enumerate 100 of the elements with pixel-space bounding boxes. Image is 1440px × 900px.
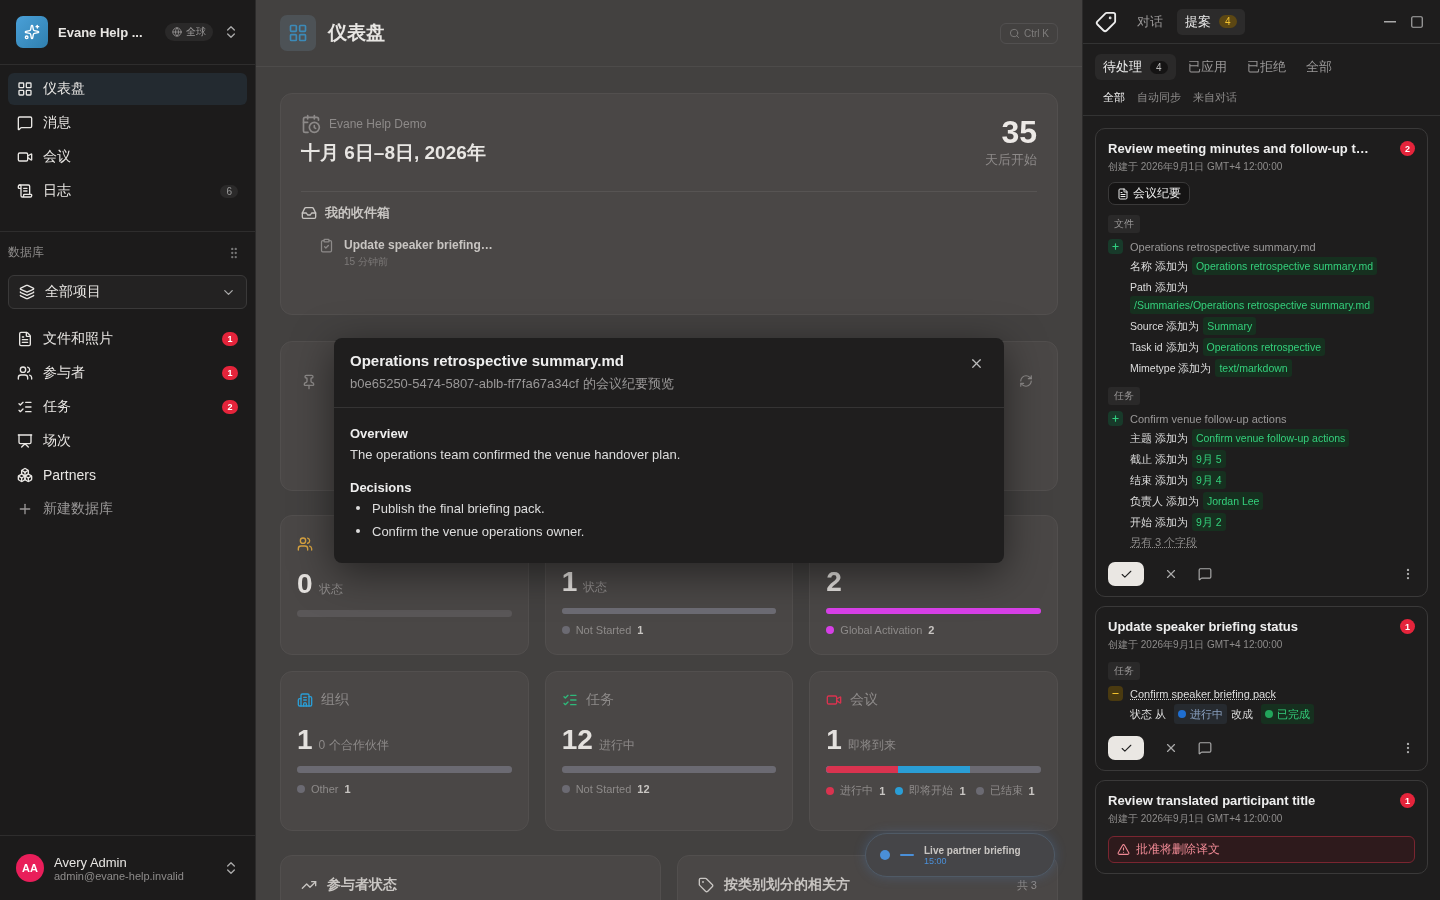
database-item[interactable]: 文件和照片 1 [8,323,247,355]
database-item[interactable]: 参与者 1 [8,357,247,389]
status-pill: 已完成 [1260,704,1314,724]
warning-text: 批准将删除译文 [1136,841,1220,858]
comment-icon [1198,741,1212,755]
stat-label: 进行中 [598,737,635,754]
status-tab[interactable]: 全部 [1297,54,1340,80]
video-camera-icon [17,149,33,165]
document-icon [17,331,33,347]
inbox-item-title[interactable]: Update speaker briefing… [344,238,493,252]
source-chip[interactable]: 会议纪要 [1108,182,1190,205]
section-heading: Overview [350,425,409,441]
refresh-icon[interactable] [1019,374,1033,388]
comment-button[interactable] [1198,741,1212,755]
pin-icon [301,374,317,390]
filter-tab[interactable]: 来自对话 [1193,90,1237,105]
people-icon [297,536,313,552]
status-tab[interactable]: 待处理 4 [1095,54,1176,80]
live-toast[interactable]: Live partner briefing 15:00 [865,833,1055,877]
proposal-title: Review meeting minutes and follow-up t… [1108,141,1370,156]
filter-tab[interactable]: 自动同步 [1137,90,1181,105]
nav-item[interactable]: 日志 6 [8,175,247,207]
field-label: 主题 添加为 [1130,432,1188,444]
count-badge: 1 [222,366,238,380]
dialog-title: Operations retrospective summary.md [350,351,625,369]
plus-icon [1108,239,1123,254]
minimize-icon [1384,20,1396,23]
created-date: 创建于 2026年9月1日 GMT+4 12:00:00 [1108,638,1284,652]
created-date: 创建于 2026年9月1日 GMT+4 12:00:00 [1108,160,1284,174]
count-badge: 1 [1400,793,1415,808]
stat-title: 会议 [850,691,879,709]
stat-value: 12 [561,724,593,756]
toast-title: Live partner briefing [924,844,1021,856]
group-tag: 任务 [1108,387,1140,405]
field-label: 负责人 添加为 [1130,495,1199,507]
globe-icon [172,27,182,37]
filter-tab[interactable]: 全部 [1103,90,1125,105]
field-label: 结束 添加为 [1130,474,1188,486]
stat-title: 任务 [585,691,614,709]
change-word: 改成 [1230,708,1253,720]
created-date: 创建于 2026年9月1日 GMT+4 12:00:00 [1108,812,1284,826]
status-tab[interactable]: 已拒绝 [1238,54,1294,80]
panel-tab[interactable]: 提案 4 [1177,8,1245,35]
count-badge: 2 [222,400,238,414]
nav-item[interactable]: 会议 [8,141,247,173]
reject-button[interactable] [1164,567,1178,581]
field-value: Confirm venue follow-up actions [1191,429,1350,447]
legend-item: Global Activation 2 [826,624,935,636]
count-badge: 1 [222,332,238,346]
more-fields-link[interactable]: 另有 3 个字段 [1130,535,1415,550]
status-tab[interactable]: 已应用 [1179,54,1235,80]
field-value: Operations retrospective summary.md [1191,257,1378,275]
bullet-dot [356,506,360,510]
people-icon [17,365,33,381]
grid-icon [17,81,33,97]
new-database-link[interactable]: 新建数据库 [8,493,247,525]
record-name[interactable]: Confirm speaker briefing pack [1130,687,1277,700]
stat-label: 状态 [318,581,343,598]
user-avatar[interactable]: AA [16,854,44,882]
stat-value: 1 [826,724,842,756]
workspace-name: Evane Help ... [58,24,144,40]
dash-icon [900,854,914,856]
countdown-label: 天后开始 [985,151,1037,169]
panel-tab[interactable]: 对话 [1129,8,1171,35]
field-label: 状态 从 [1130,708,1166,720]
close-icon [1164,741,1178,755]
reject-button[interactable] [1164,741,1178,755]
approve-button[interactable] [1108,562,1144,586]
field-value: /Summaries/Operations retrospective summary.md [1130,296,1375,314]
count-badge: 4 [1219,15,1237,28]
database-item[interactable]: 场次 [8,425,247,457]
inbox-title: 我的收件箱 [325,204,390,222]
group-tag: 文件 [1108,215,1140,233]
event-dates: 十月 6日–8日, 2026年 [301,141,486,165]
stat-label: 0 个合作伙伴 [318,737,389,754]
toast-time: 15:00 [924,855,947,866]
approve-button[interactable] [1108,736,1144,760]
field-value: Jordan Lee [1202,492,1264,510]
count-badge: 4 [1150,60,1168,74]
field-value: Operations retrospective [1202,338,1325,356]
field-label: 开始 添加为 [1130,516,1188,528]
nav-item[interactable]: 消息 [8,107,247,139]
comment-button[interactable] [1198,567,1212,581]
stat-value: 1 [561,565,578,598]
paragraph: The operations team confirmed the venue handover plan. [350,446,682,462]
live-dot [880,850,890,860]
proposal-title: Update speaker briefing status [1108,619,1299,634]
database-item[interactable]: 任务 2 [8,391,247,423]
nav-item[interactable]: 仪表盘 [8,73,247,105]
page-title: 仪表盘 [328,21,385,45]
app-logo[interactable] [16,16,48,48]
panel-title: 按类别划分的相关方 [724,876,850,894]
field-label: Task id 添加为 [1130,341,1199,353]
database-select[interactable]: 全部项目 [8,275,247,309]
field-label: 截止 添加为 [1130,453,1188,465]
chat-bubble-icon [17,115,33,131]
checklist-icon [561,692,578,708]
legend-item: 即将开始 1 [895,783,966,798]
close-icon [1164,567,1178,581]
database-item[interactable]: Partners [8,459,247,491]
